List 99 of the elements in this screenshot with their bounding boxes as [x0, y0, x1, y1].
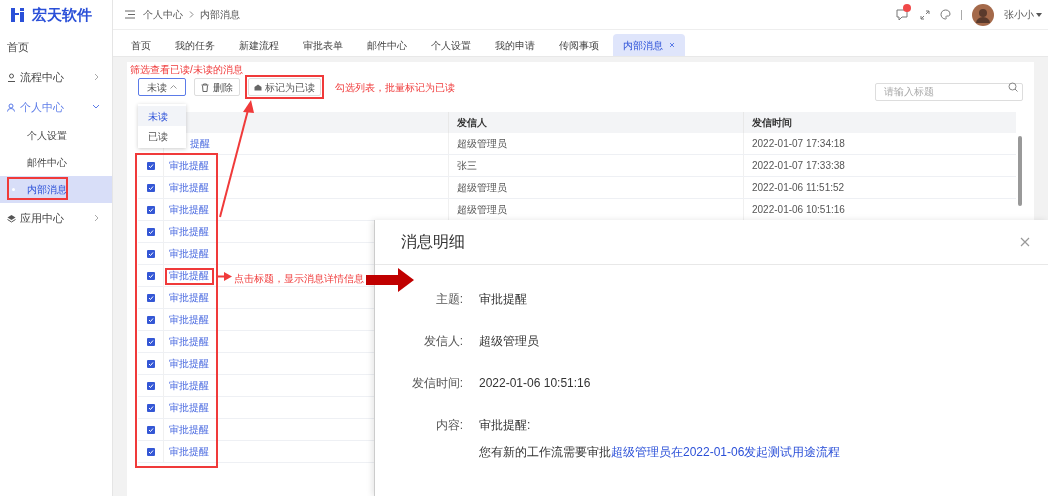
table-cell-text: 超级管理员 — [457, 181, 507, 195]
message-title-link[interactable]: 审批提醒 — [169, 444, 209, 459]
sidebar-item[interactable]: 内部消息 — [0, 176, 112, 203]
table-cell-text: 2022-01-06 11:51:52 — [752, 181, 845, 195]
checkbox[interactable] — [146, 337, 155, 346]
field-label: 内容: — [434, 417, 463, 434]
brand-name: 宏天软件 — [32, 4, 92, 25]
tab[interactable]: 内部消息 — [613, 34, 685, 56]
dropdown-option[interactable]: 已读 — [138, 126, 186, 146]
table-cell-text: 2022-01-07 17:33:38 — [752, 159, 845, 173]
chat-icon[interactable] — [896, 8, 910, 21]
checkbox[interactable] — [146, 293, 155, 302]
tab[interactable]: 审批表单 — [293, 34, 353, 56]
message-title-link[interactable]: 审批提醒 — [169, 224, 209, 239]
workflow-link[interactable]: 超级管理员在2022-01-06发起测试用途流程 — [611, 443, 841, 461]
checkbox[interactable] — [146, 381, 155, 390]
close-icon[interactable] — [669, 42, 675, 48]
fullscreen-icon[interactable] — [920, 9, 930, 20]
message-title-link[interactable]: 审批提醒 — [169, 422, 209, 437]
checkbox[interactable] — [146, 447, 155, 456]
tab[interactable]: 传阅事项 — [549, 34, 609, 56]
chevron-icon — [189, 11, 194, 18]
checkbox[interactable] — [146, 205, 155, 214]
checkbox[interactable] — [146, 227, 155, 236]
table-cell-text: 超级管理员 — [457, 137, 507, 151]
message-title-link[interactable]: 审批提醒 — [169, 356, 209, 371]
column-header: 发信人 — [457, 116, 487, 130]
delete-button[interactable]: 删除 — [194, 78, 240, 96]
column-header: 发信时间 — [752, 116, 792, 130]
checkbox[interactable] — [146, 315, 155, 324]
table-cell-text: 张三 — [457, 159, 477, 173]
sidebar-item[interactable]: 应用中心 — [0, 203, 112, 233]
annotation-text: 勾选列表，批量标记为已读 — [335, 80, 455, 95]
sidebar-item[interactable]: 首页 — [0, 32, 112, 62]
dropdown-option[interactable]: 未读 — [138, 106, 186, 126]
content-text: 您有新的工作流需要审批 — [479, 444, 611, 461]
sidebar-item[interactable]: 流程中心 — [0, 62, 112, 92]
field-value: 审批提醒 — [479, 291, 527, 308]
user-icon — [7, 102, 16, 112]
search-icon[interactable] — [1008, 82, 1018, 92]
message-title-link[interactable]: 审批提醒 — [169, 180, 209, 195]
message-title-link[interactable]: 审批提醒 — [169, 312, 209, 327]
checkbox[interactable] — [146, 161, 155, 170]
avatar[interactable] — [972, 3, 994, 26]
menu-icon[interactable] — [125, 10, 135, 19]
annotation-text: 点击标题，显示消息详情信息 — [234, 272, 364, 286]
message-title-link[interactable]: 审批提醒 — [169, 268, 209, 283]
breadcrumb-item[interactable]: 个人中心 — [143, 7, 183, 22]
message-title-link[interactable]: 审批提醒 — [169, 334, 209, 349]
message-title-link[interactable]: 提醒 — [190, 136, 210, 151]
tab[interactable]: 邮件中心 — [357, 34, 417, 56]
breadcrumb-item[interactable]: 内部消息 — [200, 7, 240, 22]
tab[interactable]: 我的任务 — [165, 34, 225, 56]
tab[interactable]: 我的申请 — [485, 34, 545, 56]
close-icon[interactable] — [1020, 237, 1030, 247]
message-title-link[interactable]: 审批提醒 — [169, 400, 209, 415]
panel-title: 消息明细 — [401, 232, 465, 252]
checkbox[interactable] — [146, 183, 155, 192]
logo-icon — [10, 7, 26, 23]
checkbox[interactable] — [146, 249, 155, 258]
message-title-link[interactable]: 审批提醒 — [169, 246, 209, 261]
field-value: 审批提醒: — [479, 417, 531, 434]
table-cell-text: 2022-01-06 10:51:16 — [752, 203, 845, 217]
message-title-link[interactable]: 审批提醒 — [169, 290, 209, 305]
checkbox[interactable] — [146, 425, 155, 434]
checkbox[interactable] — [146, 271, 155, 280]
annotation-box — [7, 177, 68, 200]
table-cell-text: 超级管理员 — [457, 203, 507, 217]
field-label: 发信时间: — [410, 375, 463, 392]
field-label: 主题: — [434, 291, 463, 308]
checkbox[interactable] — [146, 359, 155, 368]
tab[interactable]: 新建流程 — [229, 34, 289, 56]
sidebar-item[interactable]: 邮件中心 — [0, 149, 112, 176]
trash-icon — [201, 82, 209, 92]
caret-icon[interactable] — [1036, 12, 1042, 17]
message-title-link[interactable]: 审批提醒 — [169, 202, 209, 217]
annotation-text: 筛选查看已读/未读的消息 — [130, 63, 243, 77]
field-value: 2022-01-06 10:51:16 — [479, 375, 591, 392]
annotation-arrow — [366, 268, 414, 292]
search-field[interactable]: 请输入标题 — [875, 82, 1023, 101]
filter-select[interactable]: 未读 — [138, 78, 186, 96]
mark-read-button[interactable]: 标记为已读 — [248, 78, 321, 96]
field-value: 超级管理员 — [479, 333, 539, 350]
stack-icon — [7, 213, 16, 223]
checkbox[interactable] — [146, 403, 155, 412]
message-title-link[interactable]: 审批提醒 — [169, 378, 209, 393]
tab[interactable]: 首页 — [121, 34, 161, 56]
user-name-menu[interactable]: 张小小 — [1004, 7, 1034, 22]
tab[interactable]: 个人设置 — [421, 34, 481, 56]
annotation-arrow — [216, 272, 232, 281]
message-title-link[interactable]: 审批提醒 — [169, 158, 209, 173]
sidebar-item[interactable]: 个人中心 — [0, 92, 112, 122]
table-cell-text: 2022-01-07 17:34:18 — [752, 137, 845, 151]
scrollbar[interactable] — [1018, 136, 1022, 206]
field-label: 发信人: — [422, 333, 463, 350]
chevron-icon — [94, 214, 100, 222]
chevron-icon — [92, 104, 100, 110]
chevron-icon — [94, 73, 100, 81]
sidebar-item[interactable]: 个人设置 — [0, 122, 112, 149]
